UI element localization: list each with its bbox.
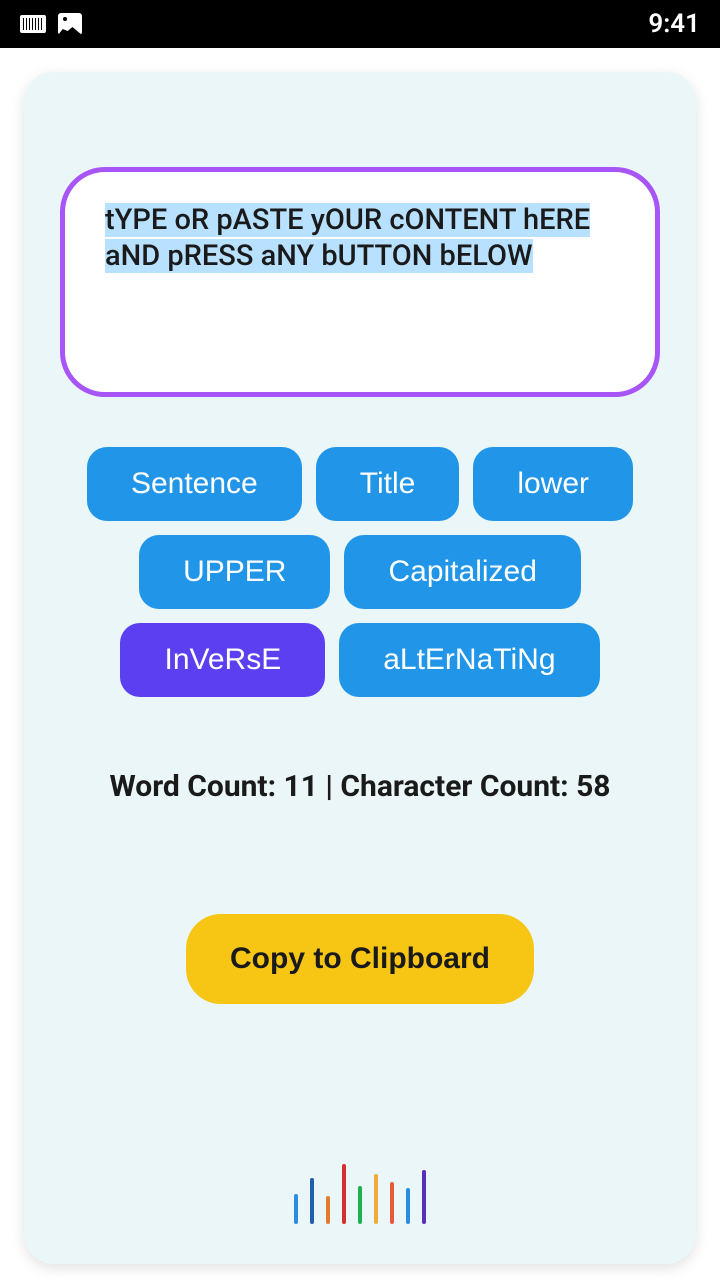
lower-button[interactable]: lower	[473, 447, 633, 521]
bar-item	[422, 1170, 426, 1224]
inverse-button[interactable]: InVeRsE	[120, 623, 325, 697]
bar-item	[326, 1196, 330, 1224]
image-icon	[58, 13, 82, 35]
bars-visual	[60, 1154, 660, 1224]
text-input[interactable]: tYPE oR pASTE yOUR cONTENT hERE aND pRES…	[60, 167, 660, 397]
bar-item	[310, 1178, 314, 1224]
upper-button[interactable]: UPPER	[139, 535, 330, 609]
status-left	[20, 13, 82, 35]
alternating-button[interactable]: aLtErNaTiNg	[339, 623, 599, 697]
bar-item	[374, 1174, 378, 1224]
bar-item	[390, 1182, 394, 1224]
copy-to-clipboard-button[interactable]: Copy to Clipboard	[186, 914, 534, 1004]
case-buttons-group: Sentence Title lower UPPER Capitalized I…	[60, 447, 660, 697]
title-button[interactable]: Title	[316, 447, 460, 521]
sentence-button[interactable]: Sentence	[87, 447, 302, 521]
bar-item	[342, 1164, 346, 1224]
bar-item	[406, 1188, 410, 1224]
text-input-content: tYPE oR pASTE yOUR cONTENT hERE aND pRES…	[105, 202, 615, 275]
status-time: 9:41	[648, 9, 700, 39]
selected-text: tYPE oR pASTE yOUR cONTENT hERE aND pRES…	[105, 203, 590, 273]
status-bar: 9:41	[0, 0, 720, 48]
capitalized-button[interactable]: Capitalized	[344, 535, 580, 609]
main-card: tYPE oR pASTE yOUR cONTENT hERE aND pRES…	[24, 72, 696, 1264]
bar-item	[358, 1186, 362, 1224]
counts-text: Word Count: 11 | Character Count: 58	[60, 769, 660, 804]
bar-item	[294, 1194, 298, 1224]
keyboard-icon	[20, 15, 46, 33]
